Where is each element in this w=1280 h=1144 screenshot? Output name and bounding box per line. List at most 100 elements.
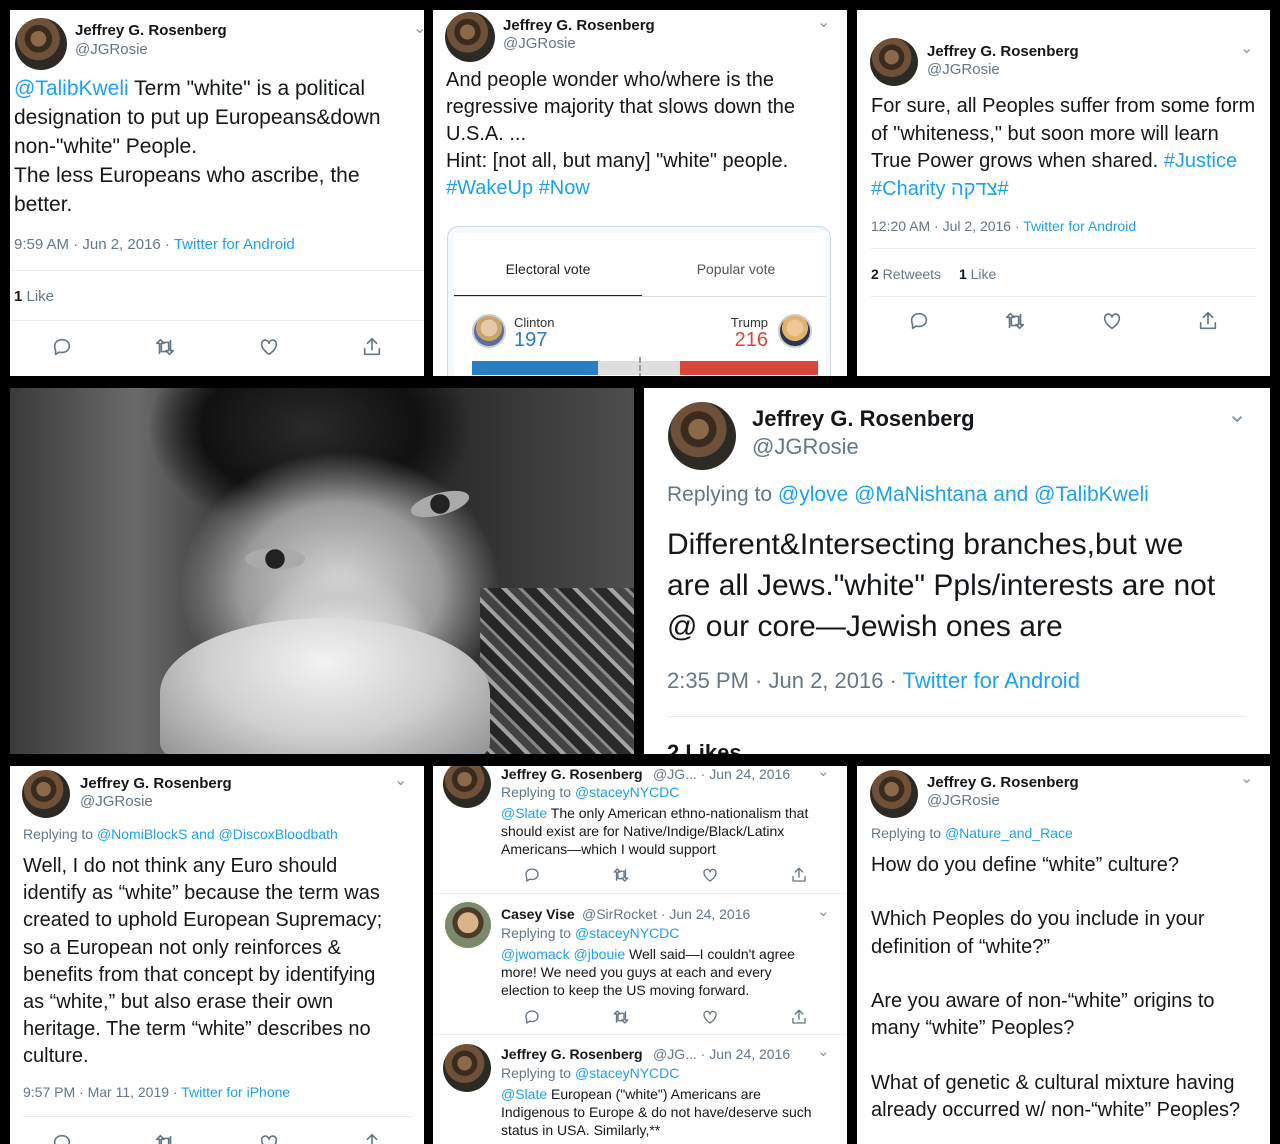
author-name[interactable]: Jeffrey G. Rosenberg — [501, 1046, 643, 1062]
chevron-down-icon[interactable]: ⌄ — [817, 1042, 830, 1060]
likes-stat[interactable]: 2 Likes — [667, 740, 742, 754]
replying-to: Replying to @NomiBlockS and @DiscoxBlood… — [23, 826, 338, 842]
thread-item[interactable]: Jeffrey G. Rosenberg @JG... · Jun 24, 20… — [433, 766, 847, 892]
card-inner: Electoral vote Popular vote Clinton 197 … — [454, 233, 826, 376]
author-handle[interactable]: @JGRosie — [503, 35, 576, 52]
share-icon[interactable] — [361, 1132, 383, 1144]
tweet-panel-7: Jeffrey G. Rosenberg @JGRosie ⌄ Replying… — [857, 766, 1270, 1144]
hashtag-link[interactable]: #Charity צדקה# — [871, 178, 1009, 200]
link-preview-card[interactable]: Electoral vote Popular vote Clinton 197 … — [447, 226, 831, 376]
reply-icon[interactable] — [51, 336, 73, 358]
author-name[interactable]: Jeffrey G. Rosenberg — [501, 766, 643, 782]
avatar[interactable] — [870, 770, 918, 818]
author-handle[interactable]: @JGRosie — [927, 61, 1000, 78]
author-handle[interactable]: @JGRosie — [75, 41, 148, 58]
avatar[interactable] — [870, 38, 918, 86]
avatar[interactable] — [445, 12, 495, 62]
likes-stat[interactable]: 1 Like — [959, 266, 996, 282]
tweet-timestamp: 9:57 PM · Mar 11, 2019 · Twitter for iPh… — [23, 1084, 291, 1100]
like-icon[interactable] — [701, 866, 719, 884]
chevron-down-icon[interactable]: ⌄ — [394, 770, 407, 790]
like-icon[interactable] — [258, 336, 280, 358]
reply-icon[interactable] — [908, 310, 930, 332]
avatar[interactable] — [15, 18, 67, 70]
author-name[interactable]: Jeffrey G. Rosenberg — [752, 406, 975, 432]
retweet-icon[interactable] — [154, 1132, 176, 1144]
tweet-text: Well, I do not think any Euro should ide… — [23, 855, 383, 1068]
reply-mentions[interactable]: @NomiBlockS and @DiscoxBloodbath — [97, 826, 338, 842]
retweet-icon[interactable] — [612, 866, 630, 884]
retweets-stat[interactable]: 2 Retweets — [871, 266, 941, 282]
retweet-icon[interactable] — [612, 1008, 630, 1026]
source-link[interactable]: Twitter for Android — [174, 236, 295, 253]
retweet-icon[interactable] — [154, 336, 176, 358]
avatar[interactable] — [668, 402, 736, 470]
chevron-down-icon[interactable]: ⌄ — [1227, 400, 1247, 429]
tab-popular-vote[interactable]: Popular vote — [642, 261, 830, 277]
likes-stat[interactable]: 1 Like — [14, 288, 54, 305]
thread-item[interactable]: Jeffrey G. Rosenberg @JG... · Jun 24, 20… — [433, 1036, 847, 1144]
chevron-down-icon[interactable]: ⌄ — [413, 18, 424, 38]
tweet-text: @TalibKweli Term "white" is a political … — [14, 77, 381, 216]
source-link[interactable]: Twitter for Android — [903, 668, 1080, 693]
author-handle[interactable]: @JGRosie — [752, 434, 859, 460]
reply-mention[interactable]: @staceyNYCDC — [575, 1065, 679, 1081]
divider — [23, 1116, 413, 1117]
share-icon[interactable] — [790, 1008, 808, 1026]
avatar[interactable] — [22, 770, 70, 818]
author-name[interactable]: Jeffrey G. Rosenberg — [503, 17, 655, 34]
chevron-down-icon[interactable]: ⌄ — [817, 766, 830, 780]
tweet-panel-1: Jeffrey G. Rosenberg @JGRosie ⌄ @TalibKw… — [10, 10, 424, 376]
divider — [667, 716, 1247, 717]
divider — [10, 270, 424, 271]
chevron-down-icon[interactable]: ⌄ — [817, 12, 830, 32]
chevron-down-icon[interactable]: ⌄ — [817, 902, 830, 920]
author-name[interactable]: Jeffrey G. Rosenberg — [75, 22, 227, 39]
chevron-down-icon[interactable]: ⌄ — [1240, 38, 1253, 58]
share-icon[interactable] — [361, 336, 383, 358]
like-icon[interactable] — [258, 1132, 280, 1144]
mention-link[interactable]: @Slate — [501, 805, 547, 821]
hashtag-links[interactable]: #WakeUp #Now — [446, 177, 590, 199]
chevron-down-icon[interactable]: ⌄ — [1240, 768, 1253, 788]
right-eye — [408, 485, 472, 523]
tab-electoral-vote[interactable]: Electoral vote — [454, 261, 642, 277]
reply-mention[interactable]: @staceyNYCDC — [575, 925, 679, 941]
reply-icon[interactable] — [51, 1132, 73, 1144]
like-icon[interactable] — [1101, 310, 1123, 332]
reply-icon[interactable] — [523, 1008, 541, 1026]
reply-mentions[interactable]: @ylove @MaNishtana and @TalibKweli — [778, 483, 1149, 506]
mention-link[interactable]: @jwomack @jbouie — [501, 946, 625, 962]
left-eye — [245, 548, 305, 570]
hashtag-link[interactable]: #Justice — [1164, 150, 1237, 172]
avatar[interactable] — [445, 902, 491, 948]
mention-link[interactable]: @Slate — [501, 1086, 547, 1102]
majority-marker — [639, 357, 641, 376]
reply-mention[interactable]: @staceyNYCDC — [575, 784, 679, 800]
tab-divider — [454, 296, 826, 297]
reply-mention[interactable]: @Nature_and_Race — [945, 825, 1073, 841]
author-handle[interactable]: @JGRosie — [80, 793, 153, 810]
like-icon[interactable] — [701, 1008, 719, 1026]
divider — [871, 248, 1256, 249]
mention-link[interactable]: @TalibKweli — [14, 77, 129, 100]
retweet-icon[interactable] — [1004, 310, 1026, 332]
tweet-panel-2: Jeffrey G. Rosenberg @JGRosie ⌄ And peop… — [433, 10, 847, 376]
thread-item[interactable]: Casey Vise @SirRocket · Jun 24, 2016 ⌄ R… — [433, 894, 847, 1034]
source-link[interactable]: Twitter for iPhone — [181, 1084, 290, 1100]
avatar[interactable] — [443, 1044, 491, 1092]
author-name[interactable]: Jeffrey G. Rosenberg — [927, 774, 1079, 791]
avatar[interactable] — [443, 766, 491, 808]
source-link[interactable]: Twitter for Android — [1023, 218, 1136, 234]
author-name[interactable]: Jeffrey G. Rosenberg — [80, 775, 232, 792]
author-name[interactable]: Jeffrey G. Rosenberg — [927, 43, 1079, 60]
author-handle[interactable]: @JGRosie — [927, 792, 1000, 809]
tweet-text: @Slate The only American ethno-nationali… — [501, 805, 809, 857]
share-icon[interactable] — [1197, 310, 1219, 332]
reply-icon[interactable] — [523, 866, 541, 884]
divider — [871, 296, 1256, 297]
tweet-text: How do you define “white” culture? Which… — [871, 854, 1241, 1121]
tweet-timestamp: 9:59 AM · Jun 2, 2016 · Twitter for Andr… — [14, 236, 295, 253]
share-icon[interactable] — [790, 866, 808, 884]
author-name[interactable]: Casey Vise — [501, 906, 575, 922]
